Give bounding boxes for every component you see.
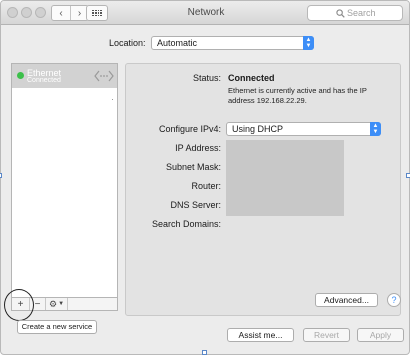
- service-list: Ethernet Connected: [11, 63, 118, 298]
- scroll-indicator: [112, 99, 113, 100]
- redacted-values-block: [226, 140, 344, 216]
- assist-me-button[interactable]: Assist me...: [227, 328, 294, 342]
- location-value: Automatic: [157, 38, 198, 48]
- subnet-mask-label: Subnet Mask:: [165, 162, 221, 172]
- location-popup[interactable]: Automatic ▲ ▼: [151, 36, 314, 50]
- annotation-circle: [4, 289, 34, 321]
- selection-handle: [0, 173, 2, 178]
- help-button[interactable]: ?: [387, 293, 401, 307]
- search-field[interactable]: [307, 5, 407, 21]
- revert-button[interactable]: Revert: [303, 328, 350, 342]
- configure-ipv4-value: Using DHCP: [232, 124, 284, 134]
- configure-ipv4-label: Configure IPv4:: [158, 124, 221, 134]
- chevron-down-icon: ▼: [58, 301, 65, 307]
- gear-icon: ⚙: [48, 298, 58, 309]
- ip-address-label: IP Address:: [175, 143, 221, 153]
- status-description: Ethernet is currently active and has the…: [228, 86, 367, 105]
- configure-ipv4-popup[interactable]: Using DHCP ▲ ▼: [226, 122, 381, 136]
- search-input[interactable]: [347, 8, 407, 18]
- selection-handle: [406, 173, 410, 178]
- action-menu-button[interactable]: ⚙ ▼: [46, 298, 68, 310]
- apply-button[interactable]: Apply: [357, 328, 404, 342]
- popup-arrows-icon: ▲ ▼: [370, 122, 381, 136]
- title-bar: ‹ › Network: [1, 1, 409, 25]
- ethernet-icon: [94, 70, 114, 82]
- search-icon: [336, 9, 345, 18]
- service-item-ethernet[interactable]: Ethernet Connected: [12, 64, 117, 88]
- create-new-service-button[interactable]: Create a new service: [17, 320, 97, 334]
- router-label: Router:: [191, 181, 221, 191]
- dns-server-label: DNS Server:: [170, 200, 221, 210]
- search-domains-label: Search Domains:: [151, 219, 221, 229]
- popup-arrows-icon: ▲ ▼: [303, 36, 314, 50]
- selection-handle: [202, 350, 207, 355]
- status-value: Connected: [228, 73, 275, 83]
- status-dot-icon: [17, 72, 24, 79]
- advanced-button[interactable]: Advanced...: [315, 293, 378, 307]
- network-preferences-window: ‹ › Network Location: Automatic ▲▼ Ether…: [0, 0, 410, 355]
- service-status: Connected: [27, 77, 61, 84]
- location-label: Location:: [109, 38, 146, 48]
- status-label: Status:: [192, 73, 221, 83]
